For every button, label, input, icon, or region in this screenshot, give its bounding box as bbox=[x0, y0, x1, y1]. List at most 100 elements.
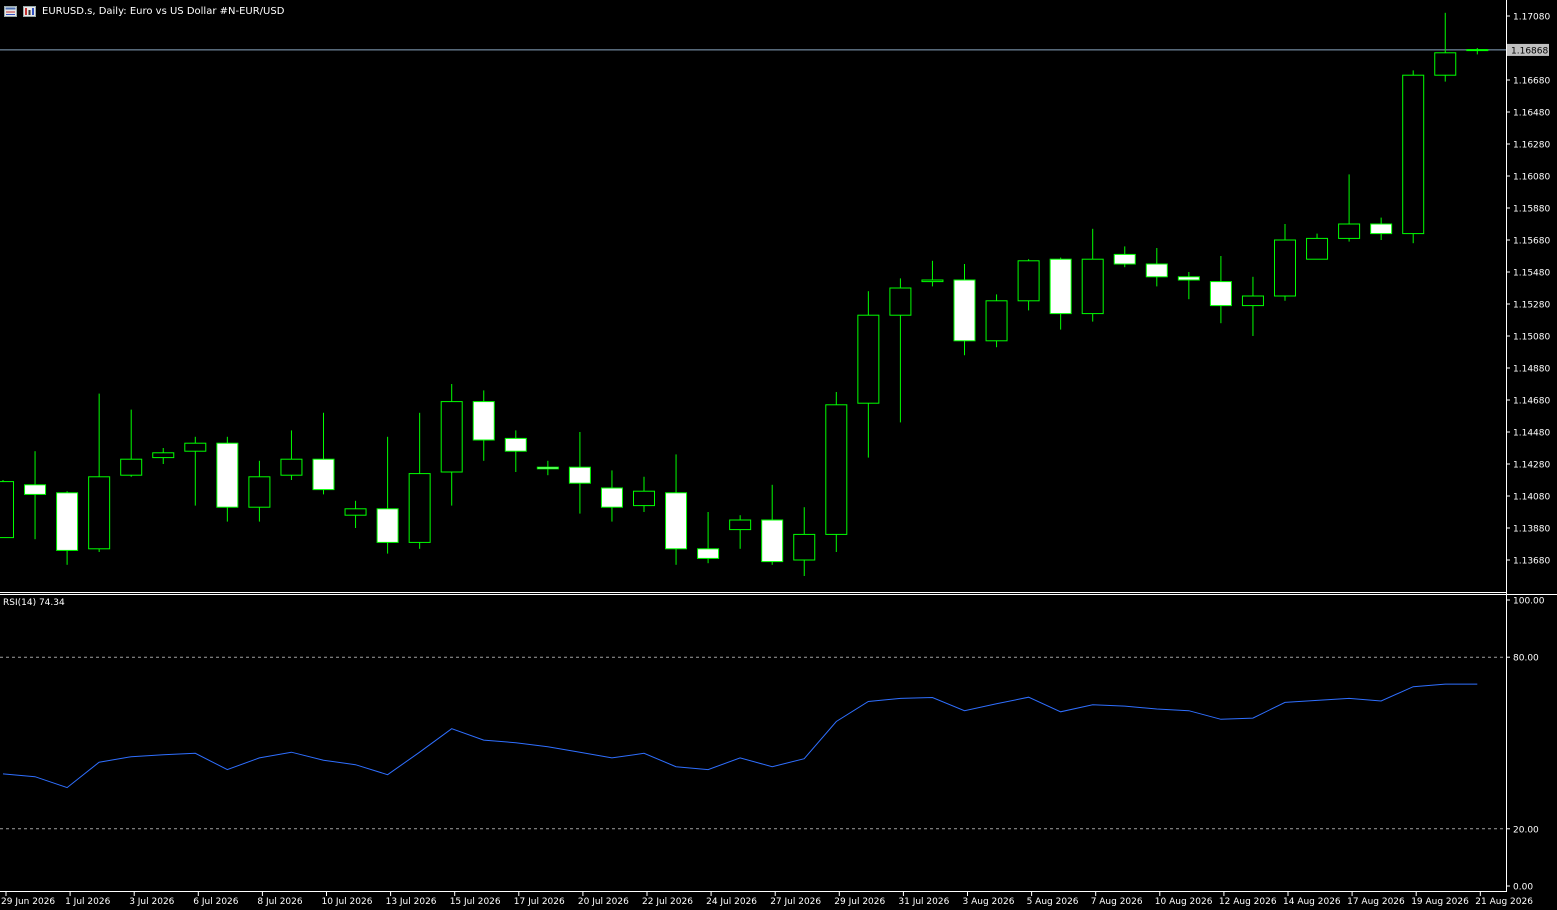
rsi-tick-label: 0.00 bbox=[1513, 883, 1533, 893]
time-tick-label: 10 Aug 2026 bbox=[1155, 897, 1213, 907]
rsi-tick-label: 20.00 bbox=[1513, 825, 1539, 835]
candle[interactable] bbox=[1209, 281, 1232, 307]
price-tick-label: 1.15280 bbox=[1513, 301, 1550, 311]
candle[interactable] bbox=[536, 466, 559, 470]
candle[interactable] bbox=[184, 442, 207, 452]
chart-properties-icon[interactable] bbox=[23, 5, 36, 17]
candle[interactable] bbox=[729, 519, 752, 531]
candle[interactable] bbox=[56, 492, 79, 551]
candle[interactable] bbox=[1370, 223, 1393, 235]
candle[interactable] bbox=[24, 484, 47, 495]
candle[interactable] bbox=[1049, 258, 1072, 315]
candle[interactable] bbox=[408, 473, 431, 543]
price-tick-label: 1.15680 bbox=[1513, 237, 1550, 247]
price-tick-label: 1.13680 bbox=[1513, 557, 1550, 567]
candle[interactable] bbox=[376, 508, 399, 543]
time-tick-label: 19 Aug 2026 bbox=[1411, 897, 1469, 907]
time-tick-label: 22 Jul 2026 bbox=[642, 897, 693, 907]
candle[interactable] bbox=[825, 404, 848, 535]
time-tick-label: 10 Jul 2026 bbox=[322, 897, 373, 907]
candle[interactable] bbox=[1017, 260, 1040, 302]
candle[interactable] bbox=[1338, 223, 1361, 239]
time-tick-label: 17 Jul 2026 bbox=[514, 897, 565, 907]
candle[interactable] bbox=[1145, 263, 1168, 278]
time-tick-label: 3 Jul 2026 bbox=[129, 897, 174, 907]
price-tick-label: 1.14280 bbox=[1513, 461, 1550, 471]
price-tick-label: 1.15080 bbox=[1513, 333, 1550, 343]
price-tick-label: 1.16080 bbox=[1513, 173, 1550, 183]
candle[interactable] bbox=[793, 533, 816, 561]
time-tick-label: 21 Aug 2026 bbox=[1475, 897, 1533, 907]
candle[interactable] bbox=[344, 508, 367, 516]
candle[interactable] bbox=[697, 548, 720, 559]
candle[interactable] bbox=[1081, 258, 1104, 315]
current-price-label: 1.16868 bbox=[1511, 46, 1548, 56]
candle[interactable] bbox=[1113, 253, 1136, 265]
time-tick-label: 8 Jul 2026 bbox=[257, 897, 302, 907]
time-tick-label: 14 Aug 2026 bbox=[1283, 897, 1341, 907]
time-tick-label: 15 Jul 2026 bbox=[450, 897, 501, 907]
price-tick-label: 1.17080 bbox=[1513, 13, 1550, 23]
price-tick-label: 1.16280 bbox=[1513, 141, 1550, 151]
price-tick-label: 1.14080 bbox=[1513, 493, 1550, 503]
time-tick-label: 31 Jul 2026 bbox=[898, 897, 949, 907]
time-tick-label: 3 Aug 2026 bbox=[963, 897, 1015, 907]
candle[interactable] bbox=[504, 437, 527, 452]
time-tick-label: 27 Jul 2026 bbox=[770, 897, 821, 907]
time-tick-label: 6 Jul 2026 bbox=[193, 897, 238, 907]
candle[interactable] bbox=[1241, 295, 1264, 307]
candle[interactable] bbox=[1274, 239, 1296, 297]
candle[interactable] bbox=[1402, 74, 1425, 235]
time-tick-label: 1 Jul 2026 bbox=[65, 897, 110, 907]
candle[interactable] bbox=[1466, 49, 1489, 52]
time-tick-label: 5 Aug 2026 bbox=[1027, 897, 1079, 907]
candle[interactable] bbox=[216, 442, 239, 508]
price-tick-label: 1.14880 bbox=[1513, 365, 1550, 375]
trading-chart[interactable]: 1.17080 1.16680 1.16480 1.16280 1.16080 1.158… bbox=[0, 0, 1557, 910]
price-tick-label: 1.16480 bbox=[1513, 109, 1550, 119]
candle[interactable] bbox=[633, 490, 655, 507]
candle[interactable] bbox=[1306, 237, 1329, 260]
price-tick-label: 1.13880 bbox=[1513, 525, 1550, 535]
time-tick-label: 29 Jul 2026 bbox=[834, 897, 885, 907]
candle[interactable] bbox=[921, 279, 944, 283]
chart-window-icon[interactable] bbox=[4, 5, 17, 17]
candle[interactable] bbox=[1177, 276, 1200, 281]
time-tick-label: 20 Jul 2026 bbox=[578, 897, 629, 907]
candle[interactable] bbox=[857, 314, 880, 404]
candle[interactable] bbox=[88, 476, 111, 550]
candle[interactable] bbox=[1434, 52, 1457, 76]
time-tick-label: 12 Aug 2026 bbox=[1219, 897, 1277, 907]
candle[interactable] bbox=[953, 279, 976, 342]
time-tick-label: 29 Jun 2026 bbox=[1, 897, 55, 907]
chart-header: EURUSD.s, Daily: Euro vs US Dollar #N-EU… bbox=[4, 3, 284, 19]
price-tick-label: 1.16680 bbox=[1513, 77, 1550, 87]
candle[interactable] bbox=[312, 458, 335, 491]
price-tick-label: 1.15880 bbox=[1513, 205, 1550, 215]
candle[interactable] bbox=[472, 401, 495, 441]
candle[interactable] bbox=[280, 458, 303, 476]
candle[interactable] bbox=[761, 519, 784, 563]
rsi-line bbox=[2, 683, 1478, 789]
time-tick-label: 7 Aug 2026 bbox=[1091, 897, 1143, 907]
time-tick-label: 17 Aug 2026 bbox=[1347, 897, 1405, 907]
candle[interactable] bbox=[152, 452, 175, 459]
price-tick-label: 1.15480 bbox=[1513, 269, 1550, 279]
candle[interactable] bbox=[985, 300, 1008, 342]
price-tick-label: 1.14480 bbox=[1513, 429, 1550, 439]
candle[interactable] bbox=[0, 481, 14, 539]
candle[interactable] bbox=[568, 466, 591, 484]
rsi-indicator-label: RSI(14) 74.34 bbox=[3, 598, 65, 608]
candle[interactable] bbox=[889, 287, 912, 316]
candle[interactable] bbox=[665, 492, 688, 550]
time-tick-label: 24 Jul 2026 bbox=[706, 897, 757, 907]
candle[interactable] bbox=[600, 487, 623, 508]
candle[interactable] bbox=[440, 401, 463, 473]
rsi-tick-label: 80.00 bbox=[1513, 654, 1539, 664]
price-tick-label: 1.14680 bbox=[1513, 397, 1550, 407]
candle[interactable] bbox=[120, 458, 143, 476]
rsi-tick-label: 100.00 bbox=[1513, 597, 1545, 607]
chart-title: EURUSD.s, Daily: Euro vs US Dollar #N-EU… bbox=[42, 5, 285, 17]
time-tick-label: 13 Jul 2026 bbox=[386, 897, 437, 907]
candle[interactable] bbox=[248, 476, 271, 508]
